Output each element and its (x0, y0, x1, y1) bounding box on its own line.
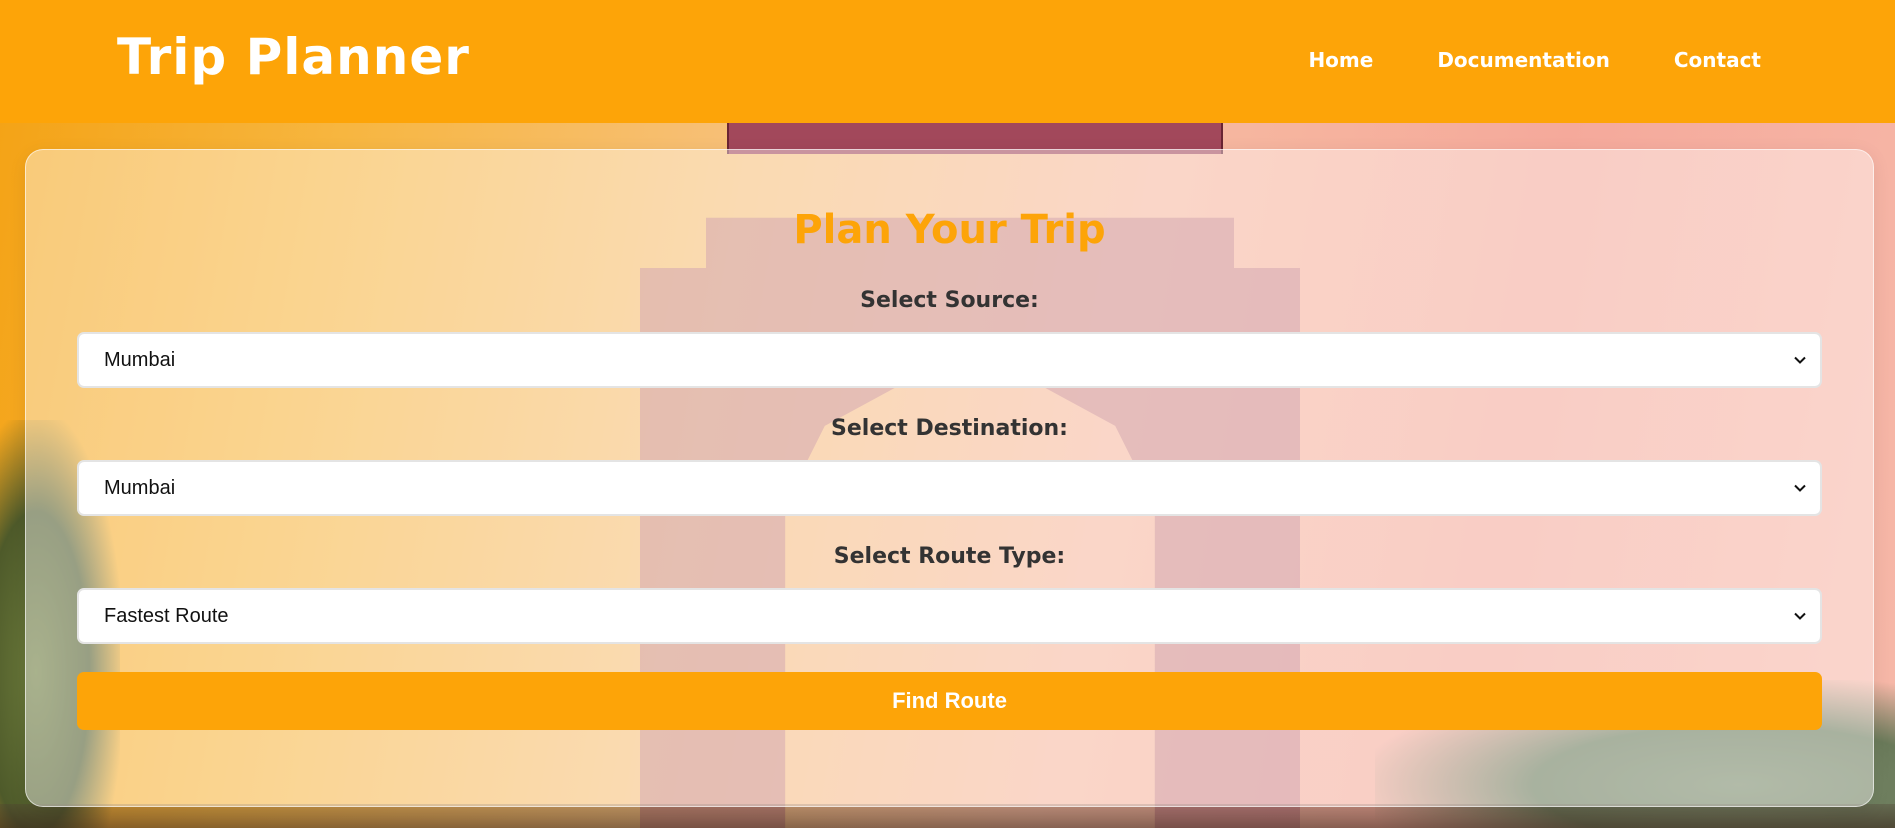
nav-documentation-link[interactable]: Documentation (1437, 48, 1610, 72)
chevron-down-icon (1794, 484, 1806, 492)
chevron-down-icon (1794, 612, 1806, 620)
route-type-label: Select Route Type: (833, 544, 1066, 569)
main-nav: Home Documentation Contact (1308, 48, 1761, 72)
route-type-select-value: Fastest Route (104, 605, 229, 627)
ground (0, 804, 1895, 828)
route-type-select[interactable]: Fastest Route (77, 588, 1822, 644)
destination-select[interactable]: Mumbai (77, 460, 1822, 516)
destination-label: Select Destination: (831, 416, 1068, 441)
nav-home-link[interactable]: Home (1308, 48, 1373, 72)
form-title: Plan Your Trip (793, 207, 1106, 253)
source-select-value: Mumbai (104, 349, 176, 371)
chevron-down-icon (1794, 356, 1806, 364)
trip-form-card: Plan Your Trip Select Source: Mumbai Sel… (25, 149, 1874, 807)
nav-contact-link[interactable]: Contact (1674, 48, 1761, 72)
brand-title: Trip Planner (117, 28, 470, 86)
site-header: Trip Planner Home Documentation Contact (0, 0, 1895, 123)
destination-select-value: Mumbai (104, 477, 176, 499)
trip-planner-page: Trip Planner Home Documentation Contact … (0, 0, 1895, 828)
source-select[interactable]: Mumbai (77, 332, 1822, 388)
find-route-button[interactable]: Find Route (77, 672, 1822, 730)
source-label: Select Source: (860, 288, 1039, 313)
